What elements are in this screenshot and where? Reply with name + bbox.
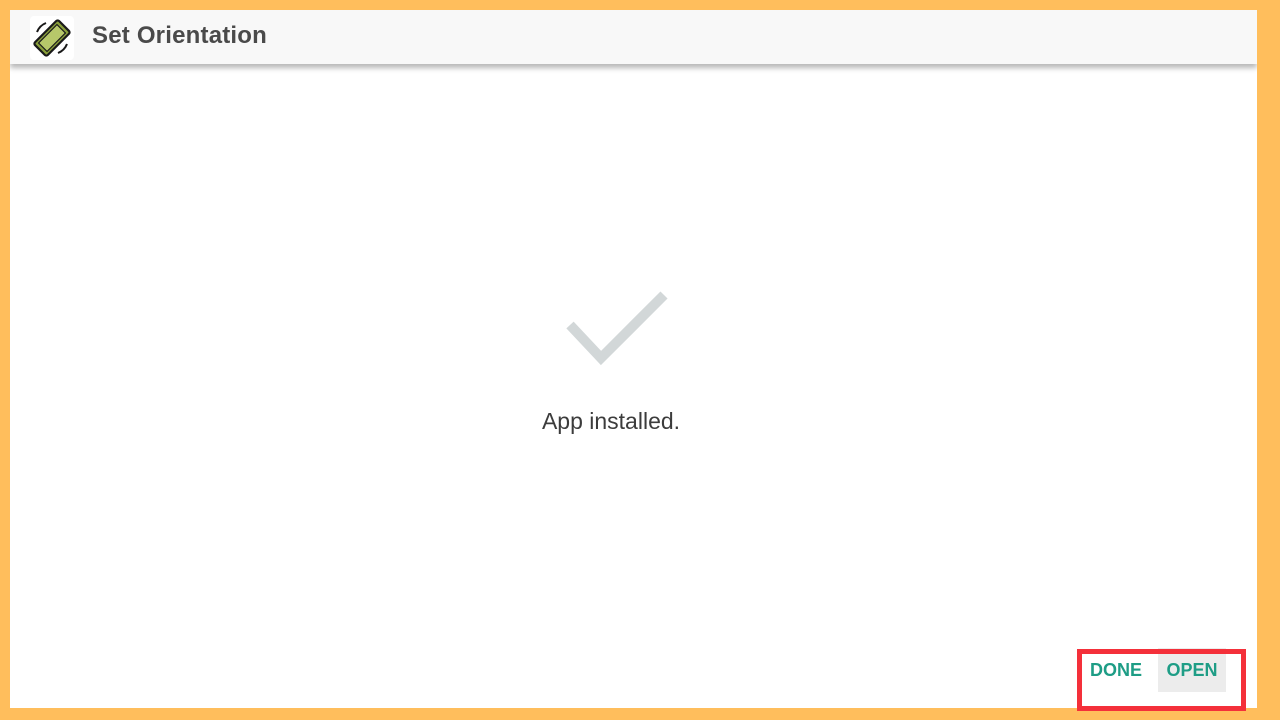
- open-button[interactable]: OPEN: [1158, 648, 1226, 692]
- done-button[interactable]: DONE: [1074, 648, 1158, 692]
- checkmark-icon: [558, 280, 688, 390]
- installer-screen: Set Orientation App installed.: [10, 10, 1257, 708]
- screen-rotation-icon: [30, 16, 74, 60]
- app-title: Set Orientation: [92, 22, 268, 49]
- install-status-text: App installed.: [541, 408, 681, 434]
- app-bar: Set Orientation: [10, 10, 1257, 64]
